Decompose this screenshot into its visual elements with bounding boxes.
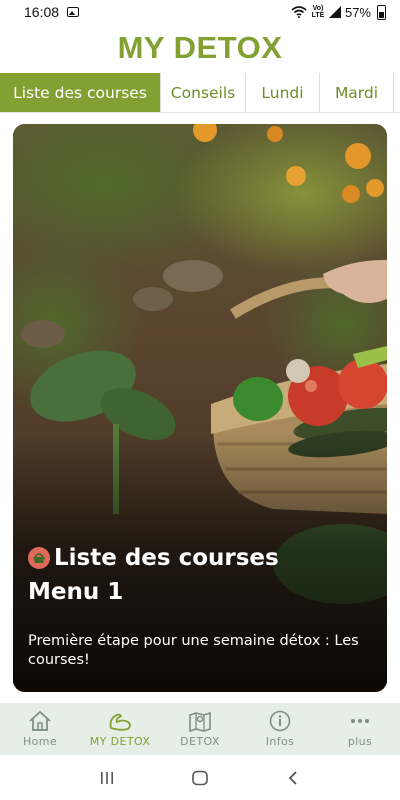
card-text: Liste des courses Menu 1 Première étape …	[28, 542, 372, 670]
map-icon	[189, 711, 211, 732]
status-indicators: Vo) LTE 57%	[291, 4, 386, 20]
nav-home[interactable]: Home	[0, 703, 80, 755]
card-title: Liste des courses	[54, 545, 279, 571]
nav-detox-label: DETOX	[180, 735, 220, 748]
battery-percent: 57%	[344, 4, 371, 20]
info-icon	[269, 710, 291, 732]
recents-button[interactable]	[87, 763, 127, 793]
recents-icon	[100, 771, 113, 784]
system-navigation	[0, 755, 400, 800]
home-circle-icon	[192, 770, 208, 785]
tab-bar: Liste des courses Conseils Lundi Mardi	[0, 73, 400, 113]
nav-plus-label: plus	[347, 735, 373, 748]
basket-icon	[28, 547, 50, 569]
status-time: 16:08	[24, 4, 60, 20]
signal-icon	[328, 6, 341, 18]
nav-my-detox[interactable]: MY DETOX	[80, 703, 160, 755]
nav-home-label: Home	[22, 735, 58, 748]
tab-conseils[interactable]: Conseils	[161, 73, 246, 112]
card-description: Première étape pour une semaine détox : …	[28, 633, 359, 668]
bottom-navigation: Home MY DETOX DETOX Infos plus	[0, 703, 400, 755]
back-button[interactable]	[273, 763, 313, 793]
back-icon	[289, 770, 297, 785]
tab-lundi[interactable]: Lundi	[246, 73, 320, 112]
image-notification-icon	[67, 7, 80, 17]
detox-bicep-icon	[109, 713, 131, 731]
nav-my-detox-label: MY DETOX	[89, 735, 151, 748]
app-title: MY DETOX	[117, 30, 283, 65]
nav-plus[interactable]: plus	[320, 703, 400, 755]
more-icon	[351, 719, 369, 723]
card-subtitle: Menu 1	[28, 579, 124, 605]
nav-detox[interactable]: DETOX	[160, 703, 240, 755]
network-type: Vo) LTE	[311, 5, 325, 19]
nav-infos[interactable]: Infos	[240, 703, 320, 755]
home-icon	[29, 710, 51, 731]
battery-icon	[377, 4, 386, 20]
wifi-icon	[291, 6, 307, 18]
status-bar: 16:08 Vo) LTE 57%	[0, 0, 400, 24]
nav-infos-label: Infos	[265, 735, 295, 748]
card-title-row: Liste des courses	[28, 542, 372, 574]
home-system-button[interactable]	[180, 763, 220, 793]
shopping-list-card[interactable]: Liste des courses Menu 1 Première étape …	[13, 124, 387, 692]
tab-mardi[interactable]: Mardi	[320, 73, 394, 112]
tab-liste-des-courses[interactable]: Liste des courses	[0, 73, 161, 112]
